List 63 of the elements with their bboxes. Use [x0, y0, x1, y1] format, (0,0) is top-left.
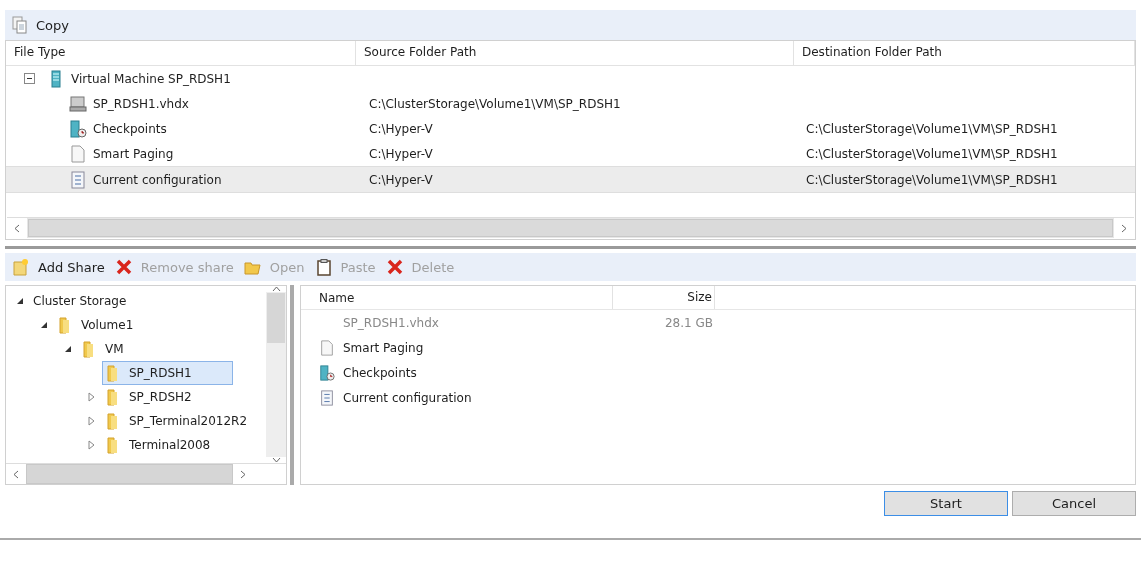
start-button[interactable]: Start — [884, 491, 1008, 516]
clipboard-icon — [314, 258, 333, 276]
table-row[interactable]: Checkpoints C:\Hyper-V C:\ClusterStorage\Volume1\VM\SP_RDSH1 — [6, 116, 1135, 141]
server-clock-icon — [319, 363, 335, 382]
table-row[interactable]: Smart Paging C:\Hyper-V C:\ClusterStorage\Volume1\VM\SP_RDSH1 — [6, 141, 1135, 166]
copy-button[interactable]: Copy — [9, 14, 72, 36]
expanded-arrow-icon[interactable] — [64, 345, 72, 353]
table-row[interactable]: Current configuration C:\Hyper-V C:\ClusterStorage\Volume1\VM\SP_RDSH1 — [6, 166, 1135, 193]
column-header[interactable]: Size — [613, 286, 715, 309]
config-file-icon — [319, 388, 335, 407]
destination-path: C:\ClusterStorage\Volume1\VM\SP_RDSH1 — [806, 146, 1058, 161]
tree-item[interactable]: Cluster Storage — [30, 291, 134, 311]
expanded-arrow-icon[interactable] — [40, 321, 48, 329]
disk-drive-icon — [69, 94, 87, 113]
page-icon — [69, 144, 87, 163]
expanded-arrow-icon[interactable] — [16, 297, 24, 305]
column-header[interactable]: Destination Folder Path — [794, 41, 1135, 65]
tree-item[interactable]: Terminal2008 — [102, 433, 218, 457]
horizontal-scrollbar[interactable] — [7, 217, 1134, 238]
file-item[interactable]: Checkpoints — [301, 360, 1135, 385]
tree-item[interactable]: SP_RDSH1 — [102, 361, 233, 385]
table-row[interactable]: Virtual Machine SP_RDSH1 — [6, 66, 1135, 91]
config-file-icon — [69, 170, 87, 189]
vertical-scrollbar[interactable] — [266, 286, 286, 463]
file-item[interactable]: Smart Paging — [301, 335, 1135, 360]
scroll-right-icon[interactable] — [1121, 223, 1127, 233]
scroll-up-icon[interactable] — [271, 286, 281, 292]
collapse-icon[interactable] — [24, 73, 35, 84]
scroll-down-icon[interactable] — [271, 457, 281, 463]
source-path: C:\Hyper-V — [369, 121, 433, 136]
tree-item[interactable]: VM — [78, 337, 131, 361]
source-path: C:\Hyper-V — [369, 146, 433, 161]
collapsed-arrow-icon[interactable] — [88, 440, 96, 450]
destination-path: C:\ClusterStorage\Volume1\VM\SP_RDSH1 — [806, 172, 1058, 187]
file-type-label: Virtual Machine SP_RDSH1 — [71, 71, 231, 86]
file-type-label: Checkpoints — [93, 121, 167, 136]
tree-item[interactable]: Volume1 — [54, 313, 141, 337]
column-header[interactable]: File Type — [6, 41, 356, 65]
source-path: C:\Hyper-V — [369, 172, 433, 187]
collapsed-arrow-icon[interactable] — [88, 416, 96, 426]
add-share-button[interactable]: Add Share — [9, 256, 108, 278]
collapsed-arrow-icon[interactable] — [88, 392, 96, 402]
file-type-label: SP_RDSH1.vhdx — [93, 96, 189, 111]
scroll-right-icon[interactable] — [240, 469, 246, 479]
server-clock-icon — [69, 119, 87, 138]
source-path: C:\ClusterStorage\Volume1\VM\SP_RDSH1 — [369, 96, 621, 111]
destination-path: C:\ClusterStorage\Volume1\VM\SP_RDSH1 — [806, 121, 1058, 136]
delete-icon — [114, 258, 133, 276]
page-icon — [319, 338, 335, 357]
file-type-label: Smart Paging — [93, 146, 174, 161]
file-type-label: Current configuration — [93, 172, 222, 187]
tree-item[interactable]: SP_Terminal2012R2 — [102, 409, 255, 433]
tree-item[interactable]: SP_RDSH2 — [102, 385, 199, 409]
cancel-button[interactable]: Cancel — [1012, 491, 1136, 516]
file-item[interactable]: Current configuration — [301, 385, 1135, 410]
column-header[interactable]: Name — [301, 286, 613, 309]
delete-icon — [385, 258, 404, 276]
table-row[interactable]: SP_RDSH1.vhdx C:\ClusterStorage\Volume1\VM\SP_RDSH1 — [6, 91, 1135, 116]
column-header[interactable]: Source Folder Path — [356, 41, 794, 65]
scroll-left-icon[interactable] — [13, 469, 19, 479]
scroll-left-icon[interactable] — [14, 223, 20, 233]
horizontal-scrollbar[interactable] — [6, 463, 286, 484]
copy-icon — [12, 16, 28, 34]
